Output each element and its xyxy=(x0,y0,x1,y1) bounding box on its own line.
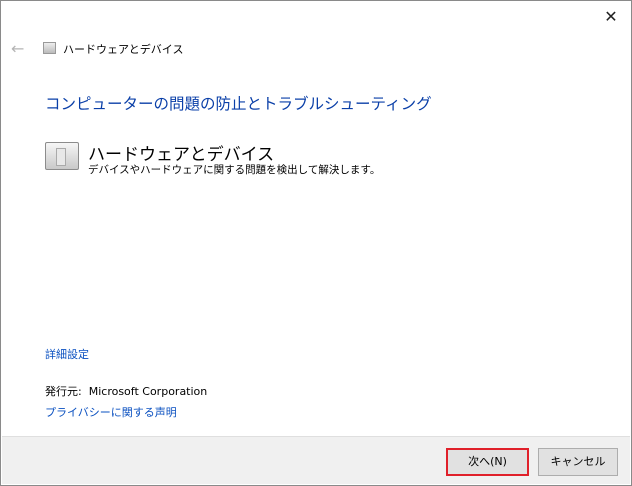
publisher-label: 発行元: xyxy=(45,385,82,398)
publisher-line: 発行元: Microsoft Corporation xyxy=(45,383,207,399)
cancel-button[interactable]: キャンセル xyxy=(538,448,618,476)
hardware-device-icon xyxy=(45,142,79,170)
back-button[interactable]: ← xyxy=(11,39,24,58)
troubleshooter-window: ✕ ← ハードウェアとデバイス コンピューターの問題の防止とトラブルシューティン… xyxy=(0,0,632,486)
publisher-name: Microsoft Corporation xyxy=(88,385,208,398)
nav-title: ハードウェアとデバイス xyxy=(63,43,184,56)
close-icon: ✕ xyxy=(604,7,618,26)
button-bar: 次へ(N) キャンセル xyxy=(2,436,630,484)
hardware-icon xyxy=(43,42,56,54)
item-description: デバイスやハードウェアに関する問題を検出して解決します。 xyxy=(88,164,381,176)
privacy-statement-link[interactable]: プライバシーに関する声明 xyxy=(45,404,177,420)
next-button[interactable]: 次へ(N) xyxy=(446,448,529,476)
close-button[interactable]: ✕ xyxy=(599,6,623,28)
page-heading: コンピューターの問題の防止とトラブルシューティング xyxy=(45,95,432,113)
advanced-settings-link[interactable]: 詳細設定 xyxy=(45,346,89,362)
back-arrow-icon: ← xyxy=(11,39,25,58)
